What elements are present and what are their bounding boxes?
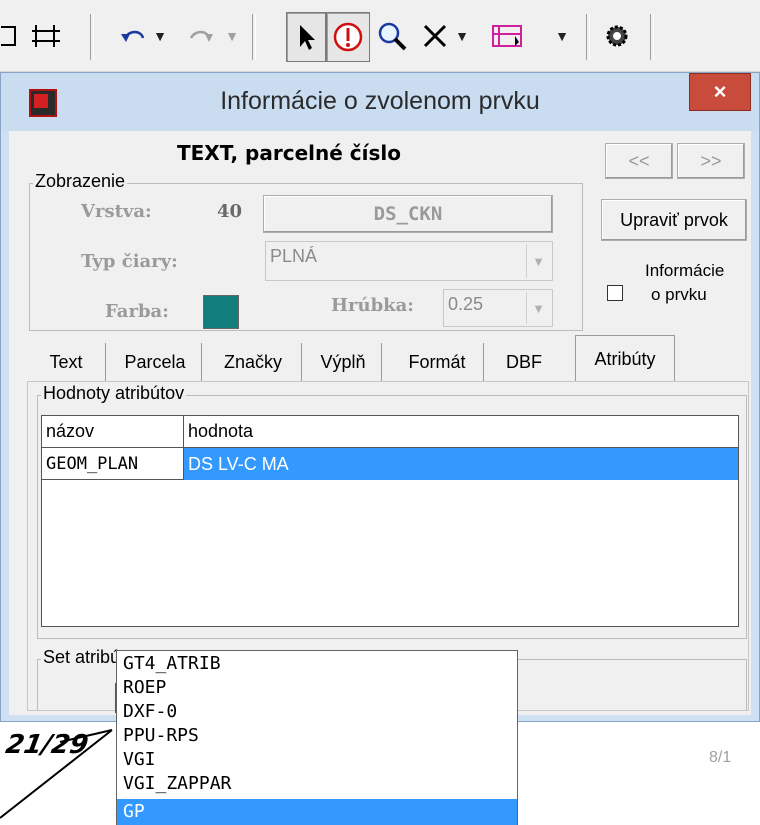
info-checkbox-label-2: o prvku [651,285,707,304]
chevron-down-icon: ▼ [555,28,569,44]
grid-tool-button[interactable] [26,12,68,60]
column-header-value[interactable]: hodnota [184,416,738,448]
tab-znacky[interactable]: Značky [205,343,302,381]
undo-button[interactable] [112,12,152,60]
color-swatch[interactable] [203,295,239,329]
thickness-value: 0.25 [448,294,484,314]
chevron-down-icon: ▼ [153,28,167,44]
tab-atributy[interactable]: Atribúty [575,335,675,382]
color-label: Farba: [105,301,169,322]
thickness-label: Hrúbka: [331,295,414,316]
toolbar-separator [586,14,590,60]
attributes-grid[interactable]: názov hodnota GEOM_PLAN DS LV-C MA [41,415,739,627]
column-header-name[interactable]: názov [42,416,184,448]
close-button[interactable]: × [689,73,751,111]
frame-tool-icon [1,26,16,46]
next-button[interactable]: >> [677,143,745,179]
list-item[interactable]: ROEP [123,677,166,698]
table-row-value[interactable]: DS LV-C MA [184,448,738,480]
list-item[interactable]: VGI_ZAPPAR [123,773,231,794]
list-item[interactable]: PPU-RPS [123,725,199,746]
info-dialog: Informácie o zvolenom prvku × TEXT, parc… [0,72,760,766]
settings-button[interactable] [600,12,634,60]
undo-dropdown[interactable]: ▼ [150,12,170,60]
delete-dropdown[interactable]: ▼ [452,12,472,60]
layer-label: Vrstva: [81,201,152,222]
tab-text[interactable]: Text [27,343,106,381]
attribute-set-dropdown-list[interactable]: GT4_ATRIB ROEP DXF-0 PPU-RPS VGI VGI_ZAP… [116,650,518,825]
toolbar: ▼ ▼ ▼ ▼ [0,0,760,72]
dialog-titlebar: Informácie o zvolenom prvku × [1,73,759,131]
delete-tool-button[interactable] [418,12,452,60]
prev-button[interactable]: << [605,143,673,179]
thickness-select[interactable]: 0.25 ▼ [443,289,553,327]
chevron-down-icon: ▼ [526,244,550,278]
toolbar-separator [252,14,256,60]
redo-icon [189,30,213,42]
dialog-client: TEXT, parcelné číslo << >> Zobrazenie Vr… [9,131,751,766]
chevron-down-icon: ▼ [225,28,239,44]
info-tool-button[interactable] [326,12,370,62]
list-item[interactable]: GT4_ATRIB [123,653,221,674]
info-icon [333,22,363,52]
layer-button[interactable]: DS_CKN [263,195,553,233]
zoom-icon [378,22,407,51]
list-item[interactable]: DXF-0 [123,701,177,722]
settings-gear-icon [606,25,628,47]
arrow-select-icon [300,25,315,50]
line-type-value: PLNÁ [270,246,318,266]
chevron-down-icon: ▼ [455,28,469,44]
table-row-name[interactable]: GEOM_PLAN [42,448,184,480]
tab-format[interactable]: Formát [391,343,484,381]
select-region-icon [492,25,522,47]
delete-icon [423,24,447,48]
element-type-label: TEXT, parcelné číslo [176,141,401,165]
attributes-group-title: Hodnoty atribútov [41,383,187,404]
toolbar-separator [650,14,654,60]
toolbar-separator [90,14,94,60]
dialog-title: Informácie o zvolenom prvku [220,87,540,115]
list-item-label: GP [123,801,145,822]
undo-icon [121,30,145,42]
line-type-select[interactable]: PLNÁ ▼ [265,241,553,281]
select-tool-button[interactable] [286,12,326,62]
select-region-button[interactable] [482,12,532,60]
select-region-dropdown[interactable]: ▼ [552,12,572,60]
tab-vypln[interactable]: Výplň [305,343,382,381]
chevron-down-icon: ▼ [526,292,550,324]
zoom-tool-button[interactable] [372,12,412,60]
redo-dropdown[interactable]: ▼ [222,12,242,60]
display-group-title: Zobrazenie [33,171,128,192]
grid-tool-icon [32,25,60,47]
tab-dbf[interactable]: DBF [485,343,563,381]
page-counter: 8/1 [709,749,732,766]
list-item-selected[interactable]: GP [117,799,517,825]
info-checkbox-label: Informácie [645,261,725,280]
edit-element-button[interactable]: Upraviť prvok [601,199,747,241]
list-item[interactable]: VGI [123,749,156,770]
info-checkbox[interactable] [607,285,623,301]
frame-tool-button[interactable] [0,12,22,60]
redo-button[interactable] [182,12,222,60]
tab-parcela[interactable]: Parcela [109,343,202,381]
tab-strip: Text Parcela Značky Výplň Formát DBF Atr… [27,335,749,383]
line-type-label: Typ čiary: [81,251,178,272]
layer-value: 40 [217,201,243,222]
